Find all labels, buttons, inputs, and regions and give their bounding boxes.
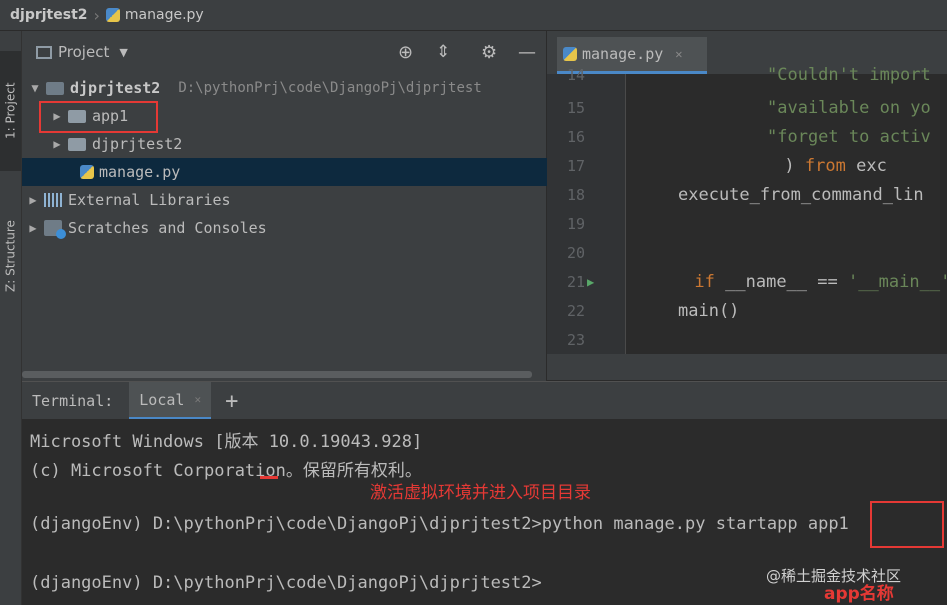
project-view-label[interactable]: Project (58, 43, 109, 61)
code-line: 22 main() (547, 296, 947, 325)
collapse-icon[interactable]: ⇕ (436, 42, 450, 62)
horizontal-scrollbar[interactable] (22, 371, 532, 378)
breadcrumb-project[interactable]: djprjtest2 (10, 7, 88, 23)
close-icon[interactable]: ✕ (675, 47, 682, 61)
line-number: 17 (566, 156, 585, 175)
annotation-activate-env: 激活虚拟环境并进入项目目录 (370, 483, 591, 503)
terminal-tab-label: Local (139, 390, 185, 409)
fold-guide (625, 74, 626, 354)
terminal-line: Microsoft Windows [版本 10.0.19043.928] (30, 432, 423, 452)
line-number: 18 (566, 185, 585, 204)
code-line: 14 "Couldn't import (547, 60, 947, 89)
tree-item-external-libraries[interactable]: ▶ External Libraries (22, 186, 550, 214)
library-icon (44, 193, 62, 207)
locate-icon[interactable]: ⊕ (398, 42, 413, 63)
code-line: 15 "available on yo (547, 93, 947, 122)
code-text: "available on yo (767, 97, 931, 118)
breadcrumb: djprjtest2 › manage.py (0, 0, 947, 31)
project-view-icon (36, 45, 52, 59)
tree-item-label: External Libraries (68, 191, 231, 209)
folder-icon (68, 137, 86, 151)
code-text: exc (845, 155, 887, 176)
text-cursor (260, 476, 278, 479)
gear-icon[interactable]: ⚙ (481, 42, 497, 63)
code-line: 17 ) from exc (547, 151, 947, 180)
project-panel: Project ▼ ⊕ ⇕ ⚙ — ▼ djprjtest2 D:\python… (22, 31, 602, 381)
code-line: 21 ▶ if __name__ == '__main__': (547, 267, 947, 296)
chevron-right-icon: › (93, 5, 100, 25)
python-file-icon (563, 47, 577, 61)
run-icon[interactable]: ▶ (587, 275, 594, 289)
tree-item-scratches[interactable]: ▶ Scratches and Consoles (22, 214, 550, 242)
tree-item-label: djprjtest2 (92, 135, 183, 153)
watermark: @稀土掘金技术社区 (766, 567, 902, 585)
terminal-title: Terminal: (32, 392, 114, 410)
scratches-icon (44, 220, 66, 239)
code-text: ) (784, 155, 805, 176)
minimize-icon[interactable]: — (518, 42, 536, 63)
code-line: 23 (547, 325, 947, 354)
line-number: 19 (566, 214, 585, 233)
tree-item-manage-py[interactable]: manage.py (22, 158, 602, 186)
editor-hscrollbar[interactable] (547, 354, 947, 380)
code-text: main() (678, 300, 740, 321)
highlight-box-app-name (870, 501, 944, 548)
tree-item-label: Scratches and Consoles (68, 219, 267, 237)
code-line: 18 execute_from_command_lin (547, 180, 947, 209)
expanded-arrow-icon[interactable]: ▼ (28, 81, 42, 95)
project-header: Project ▼ ⊕ ⇕ ⚙ — (22, 31, 546, 73)
close-icon[interactable]: ✕ (194, 393, 201, 406)
collapsed-arrow-icon[interactable]: ▶ (26, 193, 40, 207)
code-text: execute_from_command_lin (678, 184, 924, 205)
tree-item-label: djprjtest2 (70, 79, 161, 97)
line-number: 16 (566, 127, 585, 146)
tree-item-djprjtest2[interactable]: ▶ djprjtest2 (22, 130, 574, 158)
collapsed-arrow-icon[interactable]: ▶ (26, 221, 40, 235)
terminal-line: (c) Microsoft Corporation。保留所有权利。 (30, 461, 422, 481)
code-editor[interactable]: 14 "Couldn't import 15 "available on yo … (547, 65, 947, 380)
terminal-line: (djangoEnv) D:\pythonPrj\code\DjangoPj\d… (30, 514, 849, 534)
line-number: 15 (566, 98, 585, 117)
tool-tab-project[interactable]: 1: Project (0, 51, 21, 171)
tree-item-root[interactable]: ▼ djprjtest2 D:\pythonPrj\code\DjangoPj\… (22, 74, 552, 102)
breadcrumb-file-label: manage.py (124, 7, 204, 23)
code-string: '__main__' (847, 271, 947, 292)
line-number: 14 (566, 65, 585, 84)
tree-item-path: D:\pythonPrj\code\DjangoPj\djprjtest (178, 80, 482, 96)
code-line: 19 (547, 209, 947, 238)
collapsed-arrow-icon[interactable]: ▶ (50, 137, 64, 151)
code-text: __name__ == (714, 271, 848, 292)
tool-tab-structure[interactable]: Z: Structure (0, 181, 21, 331)
highlight-box-app1 (39, 101, 158, 133)
terminal-tab-local[interactable]: Local ✕ (129, 382, 212, 420)
line-number: 20 (566, 243, 585, 262)
python-file-icon (80, 165, 94, 179)
line-number: 22 (566, 301, 585, 320)
line-number: 21 (566, 272, 585, 291)
terminal-line: (djangoEnv) D:\pythonPrj\code\DjangoPj\d… (30, 573, 542, 593)
chevron-down-icon[interactable]: ▼ (119, 46, 127, 59)
tree-item-label: manage.py (99, 163, 181, 181)
folder-icon (46, 81, 64, 95)
line-number: 23 (566, 330, 585, 349)
terminal-tab-bar: Terminal: Local ✕ + (22, 381, 947, 420)
add-terminal-button[interactable]: + (225, 389, 238, 414)
python-file-icon (105, 8, 120, 22)
code-keyword: if (694, 271, 715, 292)
code-text: "Couldn't import (767, 64, 931, 85)
code-keyword: from (804, 155, 846, 176)
terminal-output[interactable]: Microsoft Windows [版本 10.0.19043.928] (c… (22, 419, 947, 605)
breadcrumb-file[interactable]: manage.py (105, 7, 204, 23)
left-tool-strip: 1: Project Z: Structure (0, 31, 22, 605)
